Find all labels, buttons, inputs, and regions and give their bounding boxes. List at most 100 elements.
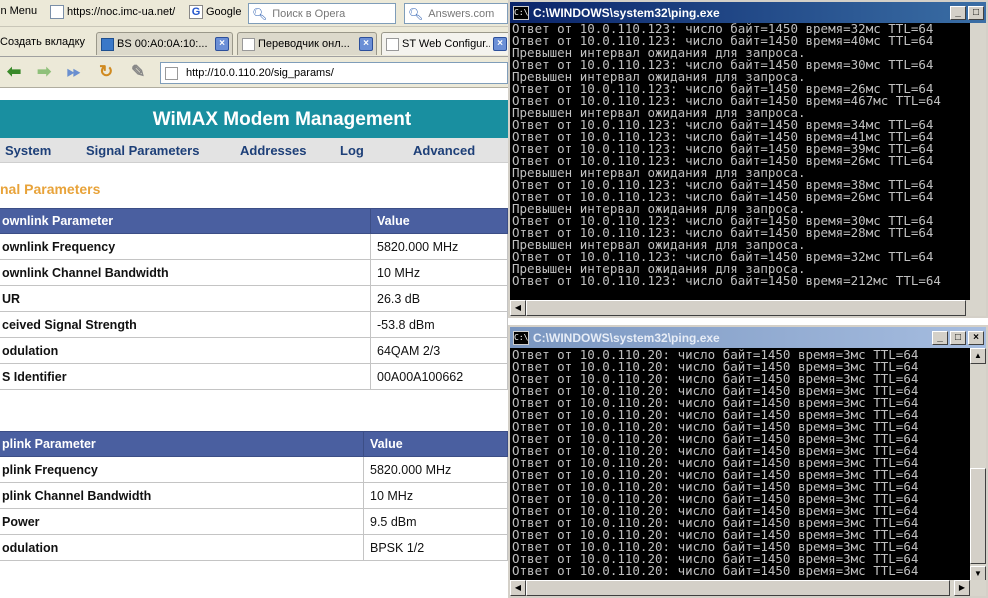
minimize-button[interactable]: _ [950,5,966,20]
table-header-row: ownlink Parameter Value [0,208,508,234]
url-text: http://10.0.110.20/sig_params/ [186,67,334,79]
param-value: 10 MHz [370,259,508,286]
column-header: ownlink Parameter [0,208,371,234]
table-row: plink Frequency 5820.000 MHz [0,456,508,483]
window-titlebar[interactable]: C:\ C:\WINDOWS\system32\ping.exe _ □ × [510,327,986,348]
vertical-scrollbar[interactable]: ▲ ▼ [970,348,986,582]
edit-pen-icon[interactable]: ✎ [131,63,145,81]
bookmark-label: Google [206,6,242,18]
param-name: plink Channel Bandwidth [0,482,364,509]
console-line: Ответ от 10.0.110.123: число байт=1450 в… [512,273,941,288]
param-value: -53.8 dBm [370,311,508,338]
close-icon[interactable]: × [359,37,373,51]
param-value: 00A00A100662 [370,363,508,390]
bookmark-label: https://noc.imc-ua.net/ [67,6,176,18]
page-icon [242,37,255,51]
table-row: Power 9.5 dBm [0,508,508,535]
scroll-thumb[interactable] [970,468,986,564]
tab-translator[interactable]: Переводчик онл... × [237,32,377,55]
close-button[interactable]: × [968,330,984,345]
table-row: ownlink Frequency 5820.000 MHz [0,233,508,260]
bookmark-noc[interactable]: https://noc.imc-ua.net/ [50,5,175,19]
param-value: BPSK 1/2 [363,534,508,561]
menu-log[interactable]: Log [340,143,364,158]
new-tab-button[interactable]: Создать вкладку [0,36,85,48]
page-banner: WiMAX Modem Management [0,100,508,138]
page-icon [165,66,178,80]
tab-label: Переводчик онл... [258,38,350,50]
table-row: S Identifier 00A00A100662 [0,363,508,390]
console-output: Ответ от 10.0.110.123: число байт=1450 в… [510,23,970,301]
section-title: nal Parameters [0,181,101,197]
menu-addresses[interactable]: Addresses [240,143,306,158]
main-menu: System Signal Parameters Addresses Log A… [0,138,508,163]
browser-window: in Menu https://noc.imc-ua.net/ G Google… [0,0,508,598]
vertical-scrollbar[interactable] [970,23,986,301]
scroll-up-icon[interactable]: ▲ [970,348,986,364]
menu-system[interactable]: System [5,143,51,158]
window-title: C:\WINDOWS\system32\ping.exe [533,330,720,345]
param-name: ceived Signal Strength [0,311,371,338]
back-arrow-icon[interactable]: ⬅︎ [7,63,21,81]
address-bar[interactable]: http://10.0.110.20/sig_params/ [160,62,508,84]
table-row: UR 26.3 dB [0,285,508,312]
horizontal-scrollbar[interactable]: ◀ [510,300,986,316]
horizontal-scrollbar[interactable]: ◀ ▶ [510,580,986,596]
window-titlebar[interactable]: C:\ C:\WINDOWS\system32\ping.exe _ □ [510,2,986,23]
answers-search-input[interactable]: 🔍︎ Answers.com [404,3,508,24]
maximize-button[interactable]: □ [950,330,966,345]
menu-signal-parameters[interactable]: Signal Parameters [86,143,199,158]
minimize-button[interactable]: _ [932,330,948,345]
search-placeholder: Answers.com [428,7,495,20]
table-row: ceived Signal Strength -53.8 dBm [0,311,508,338]
close-icon[interactable]: × [493,37,507,51]
tab-st-web-config[interactable]: ST Web Configur... × [381,32,508,55]
console-line: Ответ от 10.0.110.20: число байт=1450 вр… [512,563,919,578]
param-name: ownlink Frequency [0,233,371,260]
forward-arrow-icon[interactable]: ➡︎ [37,63,51,81]
maximize-button[interactable]: □ [968,5,984,20]
bookmark-label: in Menu [0,5,38,17]
scroll-right-icon[interactable]: ▶ [954,580,970,596]
bookmark-menu[interactable]: in Menu [0,5,37,17]
ping-console-window-1: C:\ C:\WINDOWS\system32\ping.exe _ □ Отв… [508,0,988,318]
bookmarks-bar: in Menu https://noc.imc-ua.net/ G Google… [0,0,508,27]
column-header: Value [363,431,508,457]
scroll-left-icon[interactable]: ◀ [510,580,526,596]
opera-search-input[interactable]: 🔍︎ Поиск в Opera [248,3,396,24]
navigation-toolbar: ⬅︎ ➡︎ ⏩︎ ↻ ✎ http://10.0.110.20/sig_para… [0,57,508,88]
search-icon: 🔍︎ [252,6,268,21]
console-output: Ответ от 10.0.110.20: число байт=1450 вр… [510,349,970,579]
downlink-table: ownlink Parameter Value ownlink Frequenc… [0,208,508,390]
table-row: odulation BPSK 1/2 [0,534,508,561]
param-value: 9.5 dBm [363,508,508,535]
param-name: ownlink Channel Bandwidth [0,259,371,286]
tab-label: ST Web Configur... [402,38,490,50]
search-placeholder: Поиск в Opera [272,7,346,20]
fast-forward-icon[interactable]: ⏩︎ [67,63,81,81]
param-value: 5820.000 MHz [363,456,508,483]
param-value: 5820.000 MHz [370,233,508,260]
window-title: C:\WINDOWS\system32\ping.exe [533,5,720,20]
column-header: plink Parameter [0,431,364,457]
close-icon[interactable]: × [215,37,229,51]
param-name: odulation [0,337,371,364]
tab-bs[interactable]: BS 00:A0:0A:10:... × [96,32,233,55]
google-icon: G [189,5,203,19]
scroll-left-icon[interactable]: ◀ [510,300,526,316]
scroll-thumb[interactable] [526,580,950,596]
page-icon [386,37,399,51]
reload-icon[interactable]: ↻ [99,63,113,81]
param-name: odulation [0,534,364,561]
scroll-thumb[interactable] [526,300,966,316]
table-row: plink Channel Bandwidth 10 MHz [0,482,508,509]
console-icon: C:\ [513,5,529,20]
page-icon [50,5,64,19]
bookmark-google[interactable]: G Google [189,5,241,19]
table-row: odulation 64QAM 2/3 [0,337,508,364]
table-row: ownlink Channel Bandwidth 10 MHz [0,259,508,286]
uplink-table: plink Parameter Value plink Frequency 58… [0,431,508,561]
column-header: Value [370,208,508,234]
menu-advanced[interactable]: Advanced [413,143,475,158]
param-value: 64QAM 2/3 [370,337,508,364]
